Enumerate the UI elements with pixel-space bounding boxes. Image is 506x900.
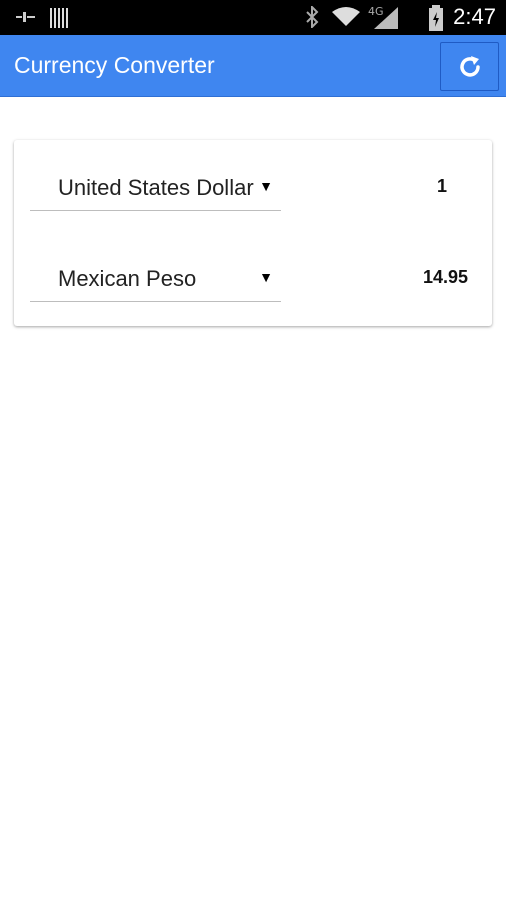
signal-strength-icon xyxy=(16,12,35,22)
to-currency-name: Mexican Peso xyxy=(58,266,197,291)
svg-text:4G: 4G xyxy=(368,5,384,18)
app-bar: Currency Converter xyxy=(0,35,506,97)
converter-card: United States Dollar ▼ 1 Mexican Peso ▼ … xyxy=(14,140,492,326)
battery-charging-icon xyxy=(429,5,443,31)
from-currency-row: United States Dollar ▼ 1 xyxy=(14,162,492,222)
refresh-button[interactable] xyxy=(440,42,499,91)
dropdown-arrow-icon: ▼ xyxy=(259,269,273,285)
barcode-icon xyxy=(50,8,68,28)
app-title: Currency Converter xyxy=(14,52,215,78)
from-currency-select[interactable]: United States Dollar ▼ xyxy=(30,162,281,211)
from-amount-input[interactable]: 1 xyxy=(437,176,447,197)
refresh-icon xyxy=(459,55,480,77)
4g-icon: 4G xyxy=(368,5,398,29)
from-currency-name: United States Dollar xyxy=(58,175,254,200)
status-time: 2:47 xyxy=(453,4,496,29)
to-currency-row: Mexican Peso ▼ 14.95 xyxy=(14,253,492,313)
dropdown-arrow-icon: ▼ xyxy=(259,178,273,194)
bluetooth-icon xyxy=(306,6,319,28)
status-bar: 4G 2:47 xyxy=(0,0,506,35)
to-amount-value[interactable]: 14.95 xyxy=(423,267,468,288)
to-currency-select[interactable]: Mexican Peso ▼ xyxy=(30,253,281,302)
wifi-icon xyxy=(332,7,360,26)
